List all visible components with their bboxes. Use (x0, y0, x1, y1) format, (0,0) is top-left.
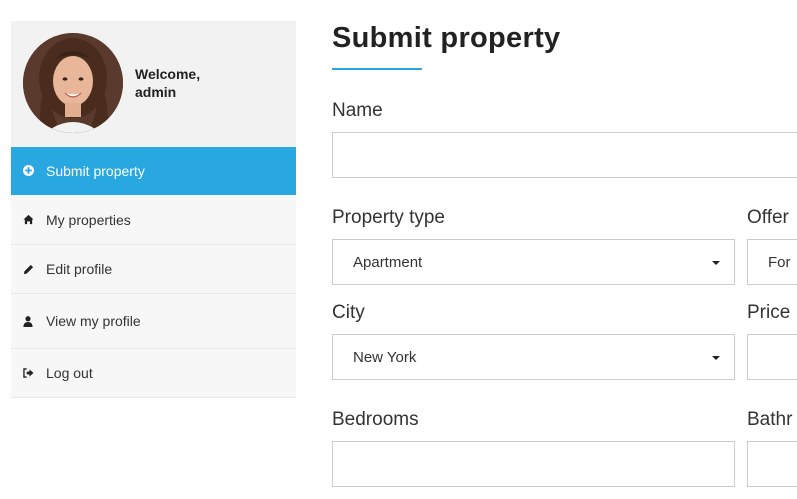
title-underline (332, 68, 422, 70)
property-type-label: Property type (332, 207, 445, 228)
sidebar-item-my-properties[interactable]: My properties (11, 195, 296, 245)
plus-circle-icon (22, 165, 34, 177)
home-icon (22, 214, 34, 226)
bedrooms-input[interactable] (332, 441, 735, 487)
welcome-greeting: Welcome, (135, 66, 201, 82)
price-input[interactable] (747, 334, 797, 380)
profile-card: Welcome, admin (11, 21, 296, 147)
caret-down-icon (712, 261, 720, 265)
user-icon (22, 315, 34, 327)
offer-select[interactable]: For (747, 239, 797, 285)
price-label: Price (747, 302, 791, 323)
sidebar-item-label: Submit property (46, 162, 145, 179)
offer-value: For (768, 253, 791, 271)
pencil-icon (22, 263, 34, 275)
sidebar-item-label: Edit profile (46, 261, 113, 277)
city-value: New York (353, 348, 417, 366)
bathrooms-label: Bathr (747, 409, 793, 430)
welcome-text: Welcome, admin (135, 65, 200, 101)
sidebar: Welcome, admin Submit property My proper… (11, 21, 296, 398)
offer-label: Offer (747, 207, 789, 228)
city-label: City (332, 302, 365, 323)
sidebar-item-submit-property[interactable]: Submit property (11, 147, 296, 195)
sign-out-icon (22, 367, 34, 379)
sidebar-item-edit-profile[interactable]: Edit profile (11, 245, 296, 294)
sidebar-item-log-out[interactable]: Log out (11, 349, 296, 398)
property-type-value: Apartment (353, 253, 423, 271)
welcome-username: admin (135, 84, 177, 100)
bedrooms-label: Bedrooms (332, 409, 419, 430)
avatar[interactable] (23, 33, 123, 133)
sidebar-item-label: View my profile (46, 313, 141, 329)
page-title: Submit property (332, 22, 561, 54)
page: Welcome, admin Submit property My proper… (0, 0, 797, 499)
name-input[interactable] (332, 132, 797, 178)
sidebar-item-view-profile[interactable]: View my profile (11, 294, 296, 349)
sidebar-item-label: Log out (46, 365, 93, 381)
sidebar-item-label: My properties (46, 211, 131, 228)
name-label: Name (332, 100, 383, 121)
bathrooms-input[interactable] (747, 441, 797, 487)
city-select[interactable]: New York (332, 334, 735, 380)
caret-down-icon (712, 356, 720, 360)
property-type-select[interactable]: Apartment (332, 239, 735, 285)
